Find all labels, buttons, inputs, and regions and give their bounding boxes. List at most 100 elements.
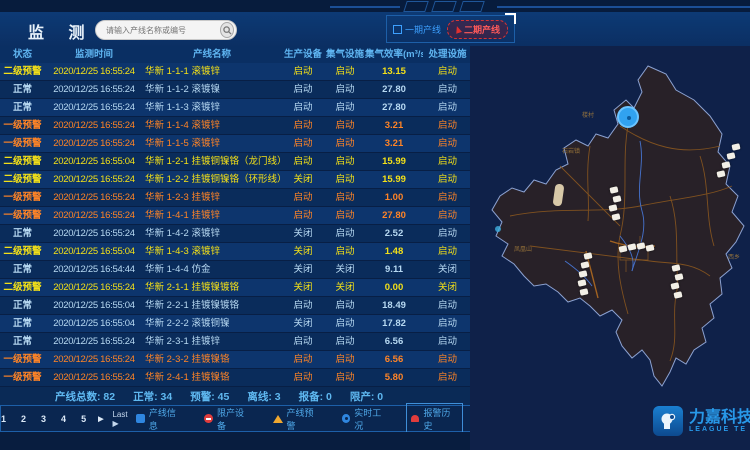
monitor-time: 2020/12/25 16:55:24 bbox=[45, 279, 143, 296]
page-button[interactable]: 3 bbox=[38, 413, 49, 425]
page-button[interactable]: 1 bbox=[0, 413, 9, 425]
summary-item: 限产: 0 bbox=[350, 389, 383, 404]
prod-equipment-state: 启动 bbox=[281, 351, 325, 368]
line-name: 华新 1-4-2 滚镀锌 bbox=[143, 225, 281, 242]
gas-facility-state: 启动 bbox=[325, 171, 365, 188]
table-row[interactable]: 一级预警 2020/12/25 16:55:24 华新 1-1-4 滚镀锌 启动… bbox=[0, 117, 472, 135]
map-panel: 楼村石岩镇凤凰山西乡 力嘉科技 LEAGUE TE bbox=[470, 46, 750, 450]
checkbox-icon bbox=[393, 25, 402, 34]
prod-equipment-state: 关闭 bbox=[281, 225, 325, 242]
monitor-time: 2020/12/25 16:55:24 bbox=[45, 171, 143, 188]
corner-bracket-icon bbox=[505, 13, 516, 24]
phase1-toggle[interactable]: 一期产线 bbox=[393, 23, 441, 36]
line-name: 华新 1-1-3 滚镀锌 bbox=[143, 99, 281, 116]
search-input[interactable] bbox=[96, 26, 220, 35]
treat-facility-state: 启动 bbox=[423, 351, 472, 368]
gas-facility-state: 启动 bbox=[325, 63, 365, 80]
gas-efficiency: 3.21 bbox=[365, 135, 423, 152]
map-marker-active[interactable] bbox=[617, 106, 639, 128]
status-badge: 二级预警 bbox=[0, 279, 45, 296]
prod-equipment-state: 启动 bbox=[281, 153, 325, 170]
table-row[interactable]: 一级预警 2020/12/25 16:55:24 华新 2-4-1 挂镀镍铬 启… bbox=[0, 369, 472, 387]
map-place-label: 石岩镇 bbox=[562, 146, 580, 155]
page-button[interactable]: 5 bbox=[78, 413, 89, 425]
prod-equipment-state: 启动 bbox=[281, 189, 325, 206]
table-row[interactable]: 二级预警 2020/12/25 16:55:24 华新 1-2-2 挂镀铜镍铬（… bbox=[0, 171, 472, 189]
line-name: 华新 2-2-2 滚镀铜镍 bbox=[143, 315, 281, 332]
gas-facility-state: 启动 bbox=[325, 369, 365, 386]
table-row[interactable]: 一级预警 2020/12/25 16:55:24 华新 1-2-3 挂镀锌 启动… bbox=[0, 189, 472, 207]
table-row[interactable]: 正常 2020/12/25 16:55:24 华新 2-3-1 挂镀锌 启动 启… bbox=[0, 333, 472, 351]
table-row[interactable]: 二级预警 2020/12/25 16:55:24 华新 2-1-1 挂镀镍镀铬 … bbox=[0, 279, 472, 297]
treat-facility-state: 启动 bbox=[423, 153, 472, 170]
table-row[interactable]: 正常 2020/12/25 16:55:04 华新 2-2-1 挂镀镍镀铬 启动… bbox=[0, 297, 472, 315]
monitor-time: 2020/12/25 16:55:04 bbox=[45, 315, 143, 332]
next-page-button[interactable]: ▶ bbox=[98, 415, 103, 423]
monitor-time: 2020/12/25 16:54:44 bbox=[45, 261, 143, 278]
line-name: 华新 1-2-2 挂镀铜镍铬（环形线） bbox=[143, 171, 281, 188]
line-name: 华新 1-2-1 挂镀铜镍铬（龙门线） bbox=[143, 153, 281, 170]
legend-item-bell[interactable]: 报警历史 bbox=[406, 403, 463, 435]
table-row[interactable]: 正常 2020/12/25 16:55:24 华新 1-1-2 滚镀镍 启动 启… bbox=[0, 81, 472, 99]
gas-efficiency: 18.49 bbox=[365, 297, 423, 314]
col-prod: 生产设备 bbox=[281, 46, 325, 63]
line-name: 华新 1-1-2 滚镀镍 bbox=[143, 81, 281, 98]
phase2-label: 二期产线 bbox=[464, 23, 500, 36]
page-button[interactable]: 4 bbox=[58, 413, 69, 425]
monitor-time: 2020/12/25 16:55:24 bbox=[45, 369, 143, 386]
gas-efficiency: 13.15 bbox=[365, 63, 423, 80]
lake bbox=[495, 226, 501, 232]
status-badge: 二级预警 bbox=[0, 63, 45, 80]
table-row[interactable]: 一级预警 2020/12/25 16:55:24 华新 1-4-1 挂镀锌 启动… bbox=[0, 207, 472, 225]
gas-facility-state: 启动 bbox=[325, 225, 365, 242]
table-row[interactable]: 二级预警 2020/12/25 16:55:04 华新 1-4-3 滚镀锌 关闭… bbox=[0, 243, 472, 261]
search-icon[interactable] bbox=[220, 22, 234, 38]
map-place-label: 楼村 bbox=[582, 110, 594, 119]
legend-item-live[interactable]: 实时工况 bbox=[338, 404, 393, 434]
legend-item-ban[interactable]: 限产设备 bbox=[200, 404, 255, 434]
map-place-label: 西乡 bbox=[728, 252, 740, 261]
prod-equipment-state: 关闭 bbox=[281, 243, 325, 260]
table-row[interactable]: 一级预警 2020/12/25 16:55:24 华新 1-1-5 滚镀锌 启动… bbox=[0, 135, 472, 153]
decor-line bbox=[330, 6, 400, 8]
table-row[interactable]: 二级预警 2020/12/25 16:55:04 华新 1-2-1 挂镀铜镍铬（… bbox=[0, 153, 472, 171]
summary-item: 报备: 0 bbox=[299, 389, 332, 404]
flame-icon bbox=[454, 25, 462, 34]
table-row[interactable]: 一级预警 2020/12/25 16:55:24 华新 2-3-2 挂镀镍铬 启… bbox=[0, 351, 472, 369]
col-name: 产线名称 bbox=[143, 46, 281, 63]
monitor-time: 2020/12/25 16:55:24 bbox=[45, 189, 143, 206]
prod-equipment-state: 启动 bbox=[281, 63, 325, 80]
district-map[interactable] bbox=[470, 46, 750, 396]
gas-efficiency: 15.99 bbox=[365, 171, 423, 188]
phase-toggle-group: 一期产线 二期产线 bbox=[386, 15, 515, 43]
status-badge: 一级预警 bbox=[0, 189, 45, 206]
last-page-button[interactable]: Last ▶ bbox=[112, 410, 132, 428]
table-row[interactable]: 二级预警 2020/12/25 16:55:24 华新 1-1-1 滚镀锌 启动… bbox=[0, 63, 472, 81]
status-badge: 一级预警 bbox=[0, 207, 45, 224]
status-badge: 正常 bbox=[0, 81, 45, 98]
prod-equipment-state: 启动 bbox=[281, 297, 325, 314]
gas-facility-state: 启动 bbox=[325, 315, 365, 332]
table-row[interactable]: 正常 2020/12/25 16:54:44 华新 1-4-4 仿金 关闭 关闭… bbox=[0, 261, 472, 279]
gas-efficiency: 27.80 bbox=[365, 207, 423, 224]
gas-efficiency: 6.56 bbox=[365, 333, 423, 350]
table-row[interactable]: 正常 2020/12/25 16:55:24 华新 1-4-2 滚镀锌 关闭 启… bbox=[0, 225, 472, 243]
table-row[interactable]: 正常 2020/12/25 16:55:04 华新 2-2-2 滚镀铜镍 关闭 … bbox=[0, 315, 472, 333]
legend-item-warn[interactable]: 产线预警 bbox=[269, 404, 325, 434]
line-name: 华新 1-2-3 挂镀锌 bbox=[143, 189, 281, 206]
treat-facility-state: 启动 bbox=[423, 207, 472, 224]
prod-equipment-state: 启动 bbox=[281, 207, 325, 224]
col-treat: 处理设施 bbox=[423, 46, 472, 63]
logo-name: 力嘉科技 bbox=[689, 409, 750, 426]
page-button[interactable]: 2 bbox=[18, 413, 29, 425]
legend-item-info[interactable]: 产线信息 bbox=[132, 404, 187, 434]
table-row[interactable]: 正常 2020/12/25 16:55:24 华新 1-1-3 滚镀锌 启动 启… bbox=[0, 99, 472, 117]
treat-facility-state: 启动 bbox=[423, 189, 472, 206]
line-name: 华新 1-1-4 滚镀锌 bbox=[143, 117, 281, 134]
gas-facility-state: 启动 bbox=[325, 99, 365, 116]
monitor-time: 2020/12/25 16:55:24 bbox=[45, 135, 143, 152]
status-badge: 一级预警 bbox=[0, 117, 45, 134]
prod-equipment-state: 关闭 bbox=[281, 171, 325, 188]
prod-equipment-state: 启动 bbox=[281, 333, 325, 350]
phase2-toggle[interactable]: 二期产线 bbox=[447, 20, 508, 39]
